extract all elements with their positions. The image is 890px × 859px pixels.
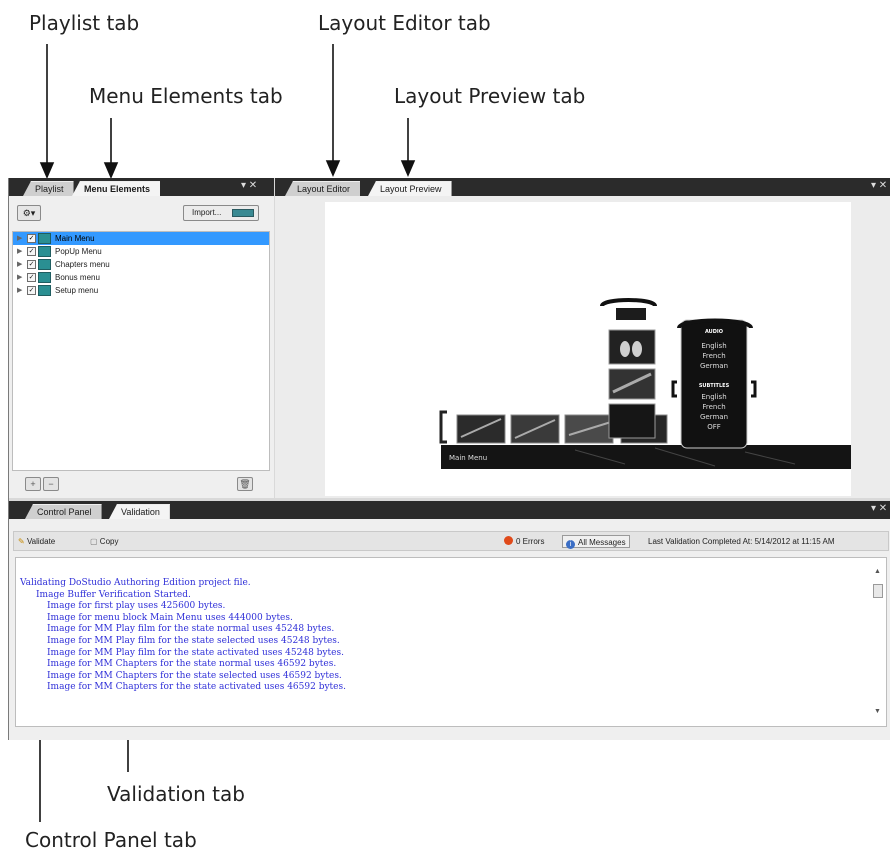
left-tab-strip: Playlist Menu Elements ▾ ✕ — [9, 178, 274, 196]
subtitle-option: OFF — [707, 423, 721, 431]
copy-label: Copy — [99, 537, 119, 546]
tree-item-bonus-menu[interactable]: ▶ ✓ Bonus menu — [13, 271, 269, 284]
menu-icon — [38, 259, 51, 270]
all-messages-button[interactable]: i All Messages — [562, 535, 630, 549]
import-icon — [232, 209, 254, 217]
validation-toolbar: ✎ Validate ▢ Copy 0 Errors i All Messages… — [13, 531, 889, 551]
expand-icon[interactable]: ▶ — [17, 232, 22, 245]
visibility-checkbox[interactable]: ✓ — [27, 234, 36, 243]
tab-layout-preview[interactable]: Layout Preview — [368, 181, 452, 196]
menu-icon — [38, 285, 51, 296]
tab-validation[interactable]: Validation — [109, 504, 170, 519]
log-line: Image for MM Play film for the state act… — [47, 647, 344, 658]
pane-pin-close-icon[interactable]: ▾ ✕ — [871, 503, 887, 514]
menu-elements-footer: + − 🗑 — [9, 473, 274, 498]
info-icon: i — [566, 540, 575, 549]
callout-menu-elements-tab: Menu Elements tab — [89, 84, 283, 108]
bottom-tab-strip: Control Panel Validation ▾ ✕ — [9, 501, 890, 519]
tab-control-panel[interactable]: Control Panel — [25, 504, 102, 519]
add-button[interactable]: + — [25, 477, 41, 491]
menu-elements-pane: Playlist Menu Elements ▾ ✕ ⚙▾ Import... … — [9, 178, 274, 498]
expand-icon[interactable]: ▶ — [17, 245, 22, 258]
tree-item-label: Main Menu — [55, 234, 95, 243]
all-messages-label: All Messages — [578, 538, 626, 547]
subtitle-option: English — [701, 393, 726, 401]
menu-icon — [38, 272, 51, 283]
tab-layout-editor[interactable]: Layout Editor — [285, 181, 361, 196]
log-line: Image for MM Chapters for the state acti… — [47, 682, 346, 693]
validate-label: Validate — [26, 537, 56, 546]
tree-item-chapters-menu[interactable]: ▶ ✓ Chapters menu — [13, 258, 269, 271]
callout-layout-preview-tab: Layout Preview tab — [394, 84, 586, 108]
copy-button[interactable]: ▢ Copy — [90, 535, 118, 548]
expand-icon[interactable]: ▶ — [17, 258, 22, 271]
visibility-checkbox[interactable]: ✓ — [27, 273, 36, 282]
log-line: Image for first play uses 425600 bytes. — [47, 601, 226, 612]
callout-validation-tab: Validation tab — [107, 782, 245, 806]
validate-button[interactable]: ✎ Validate — [18, 535, 55, 548]
import-label: Import... — [192, 208, 222, 217]
menu-icon — [38, 233, 51, 244]
gear-dropdown-button[interactable]: ⚙▾ — [17, 205, 41, 221]
audio-heading: AUDIO — [705, 329, 723, 335]
log-scrollbar[interactable]: ▲ ▼ — [872, 568, 884, 718]
visibility-checkbox[interactable]: ✓ — [27, 286, 36, 295]
callout-layout-editor-tab: Layout Editor tab — [318, 11, 491, 35]
menu-tree: ▶ ✓ Main Menu ▶ ✓ PopUp Menu ▶ ✓ Chapter… — [12, 231, 270, 471]
tree-item-label: Bonus menu — [55, 273, 100, 282]
delete-button[interactable]: 🗑 — [237, 477, 253, 491]
pane-pin-close-icon[interactable]: ▾ ✕ — [871, 180, 887, 191]
log-line: Image for MM Chapters for the state sele… — [47, 670, 342, 681]
validation-log[interactable]: Validating DoStudio Authoring Edition pr… — [15, 557, 887, 727]
callout-control-panel-tab: Control Panel tab — [25, 828, 197, 852]
last-validation-status: Last Validation Completed At: 5/14/2012 … — [648, 537, 835, 546]
tree-item-label: PopUp Menu — [55, 247, 102, 256]
tree-item-label: Setup menu — [55, 286, 99, 295]
scroll-thumb[interactable] — [873, 584, 883, 598]
validate-icon: ✎ — [18, 537, 25, 546]
import-button[interactable]: Import... — [183, 205, 259, 221]
subtitle-option: French — [702, 403, 725, 411]
log-line: Image for MM Play film for the state nor… — [47, 624, 335, 635]
scroll-up-icon[interactable]: ▲ — [874, 568, 881, 575]
pane-pin-close-icon[interactable]: ▾ ✕ — [241, 180, 257, 191]
control-validation-pane: Control Panel Validation ▾ ✕ ✎ Validate … — [9, 501, 890, 740]
log-line: Image Buffer Verification Started. — [36, 589, 191, 600]
right-tab-strip: Layout Editor Layout Preview ▾ ✕ — [275, 178, 890, 196]
tree-item-setup-menu[interactable]: ▶ ✓ Setup menu — [13, 284, 269, 297]
menu-elements-toolbar: ⚙▾ Import... — [9, 196, 274, 228]
log-line: Image for menu block Main Menu uses 4440… — [47, 612, 293, 623]
errors-count: 0 Errors — [516, 537, 545, 546]
expand-icon[interactable]: ▶ — [17, 271, 22, 284]
tab-playlist[interactable]: Playlist — [23, 181, 74, 196]
audio-option: German — [700, 362, 728, 370]
callout-playlist-tab: Playlist tab — [29, 11, 140, 35]
log-line: Validating DoStudio Authoring Edition pr… — [20, 578, 251, 588]
visibility-checkbox[interactable]: ✓ — [27, 260, 36, 269]
tree-item-popup-menu[interactable]: ▶ ✓ PopUp Menu — [13, 245, 269, 258]
subtitle-option: German — [700, 413, 728, 421]
remove-button[interactable]: − — [43, 477, 59, 491]
log-line: Image for MM Play film for the state sel… — [47, 635, 340, 646]
menu-label: Main Menu — [449, 454, 487, 462]
subtitles-heading: SUBTITLES — [699, 383, 730, 389]
tree-item-label: Chapters menu — [55, 260, 110, 269]
expand-icon[interactable]: ▶ — [17, 284, 22, 297]
application-window: Playlist Menu Elements ▾ ✕ ⚙▾ Import... … — [8, 178, 890, 740]
scroll-down-icon[interactable]: ▼ — [874, 708, 881, 715]
menu-icon — [38, 246, 51, 257]
audio-option: French — [702, 352, 725, 360]
error-icon — [504, 536, 513, 545]
tree-item-main-menu[interactable]: ▶ ✓ Main Menu — [13, 232, 269, 245]
menu-layout-preview-image: AUDIO English French German SUBTITLES En… — [439, 298, 851, 469]
tab-menu-elements[interactable]: Menu Elements — [72, 181, 161, 196]
visibility-checkbox[interactable]: ✓ — [27, 247, 36, 256]
layout-pane: Layout Editor Layout Preview ▾ ✕ AUDIO E… — [275, 178, 890, 498]
layout-preview-canvas[interactable]: AUDIO English French German SUBTITLES En… — [325, 202, 851, 496]
copy-icon: ▢ — [90, 537, 98, 546]
log-line: Image for MM Chapters for the state norm… — [47, 659, 337, 670]
audio-option: English — [701, 342, 726, 350]
errors-filter-button[interactable]: 0 Errors — [504, 535, 544, 548]
